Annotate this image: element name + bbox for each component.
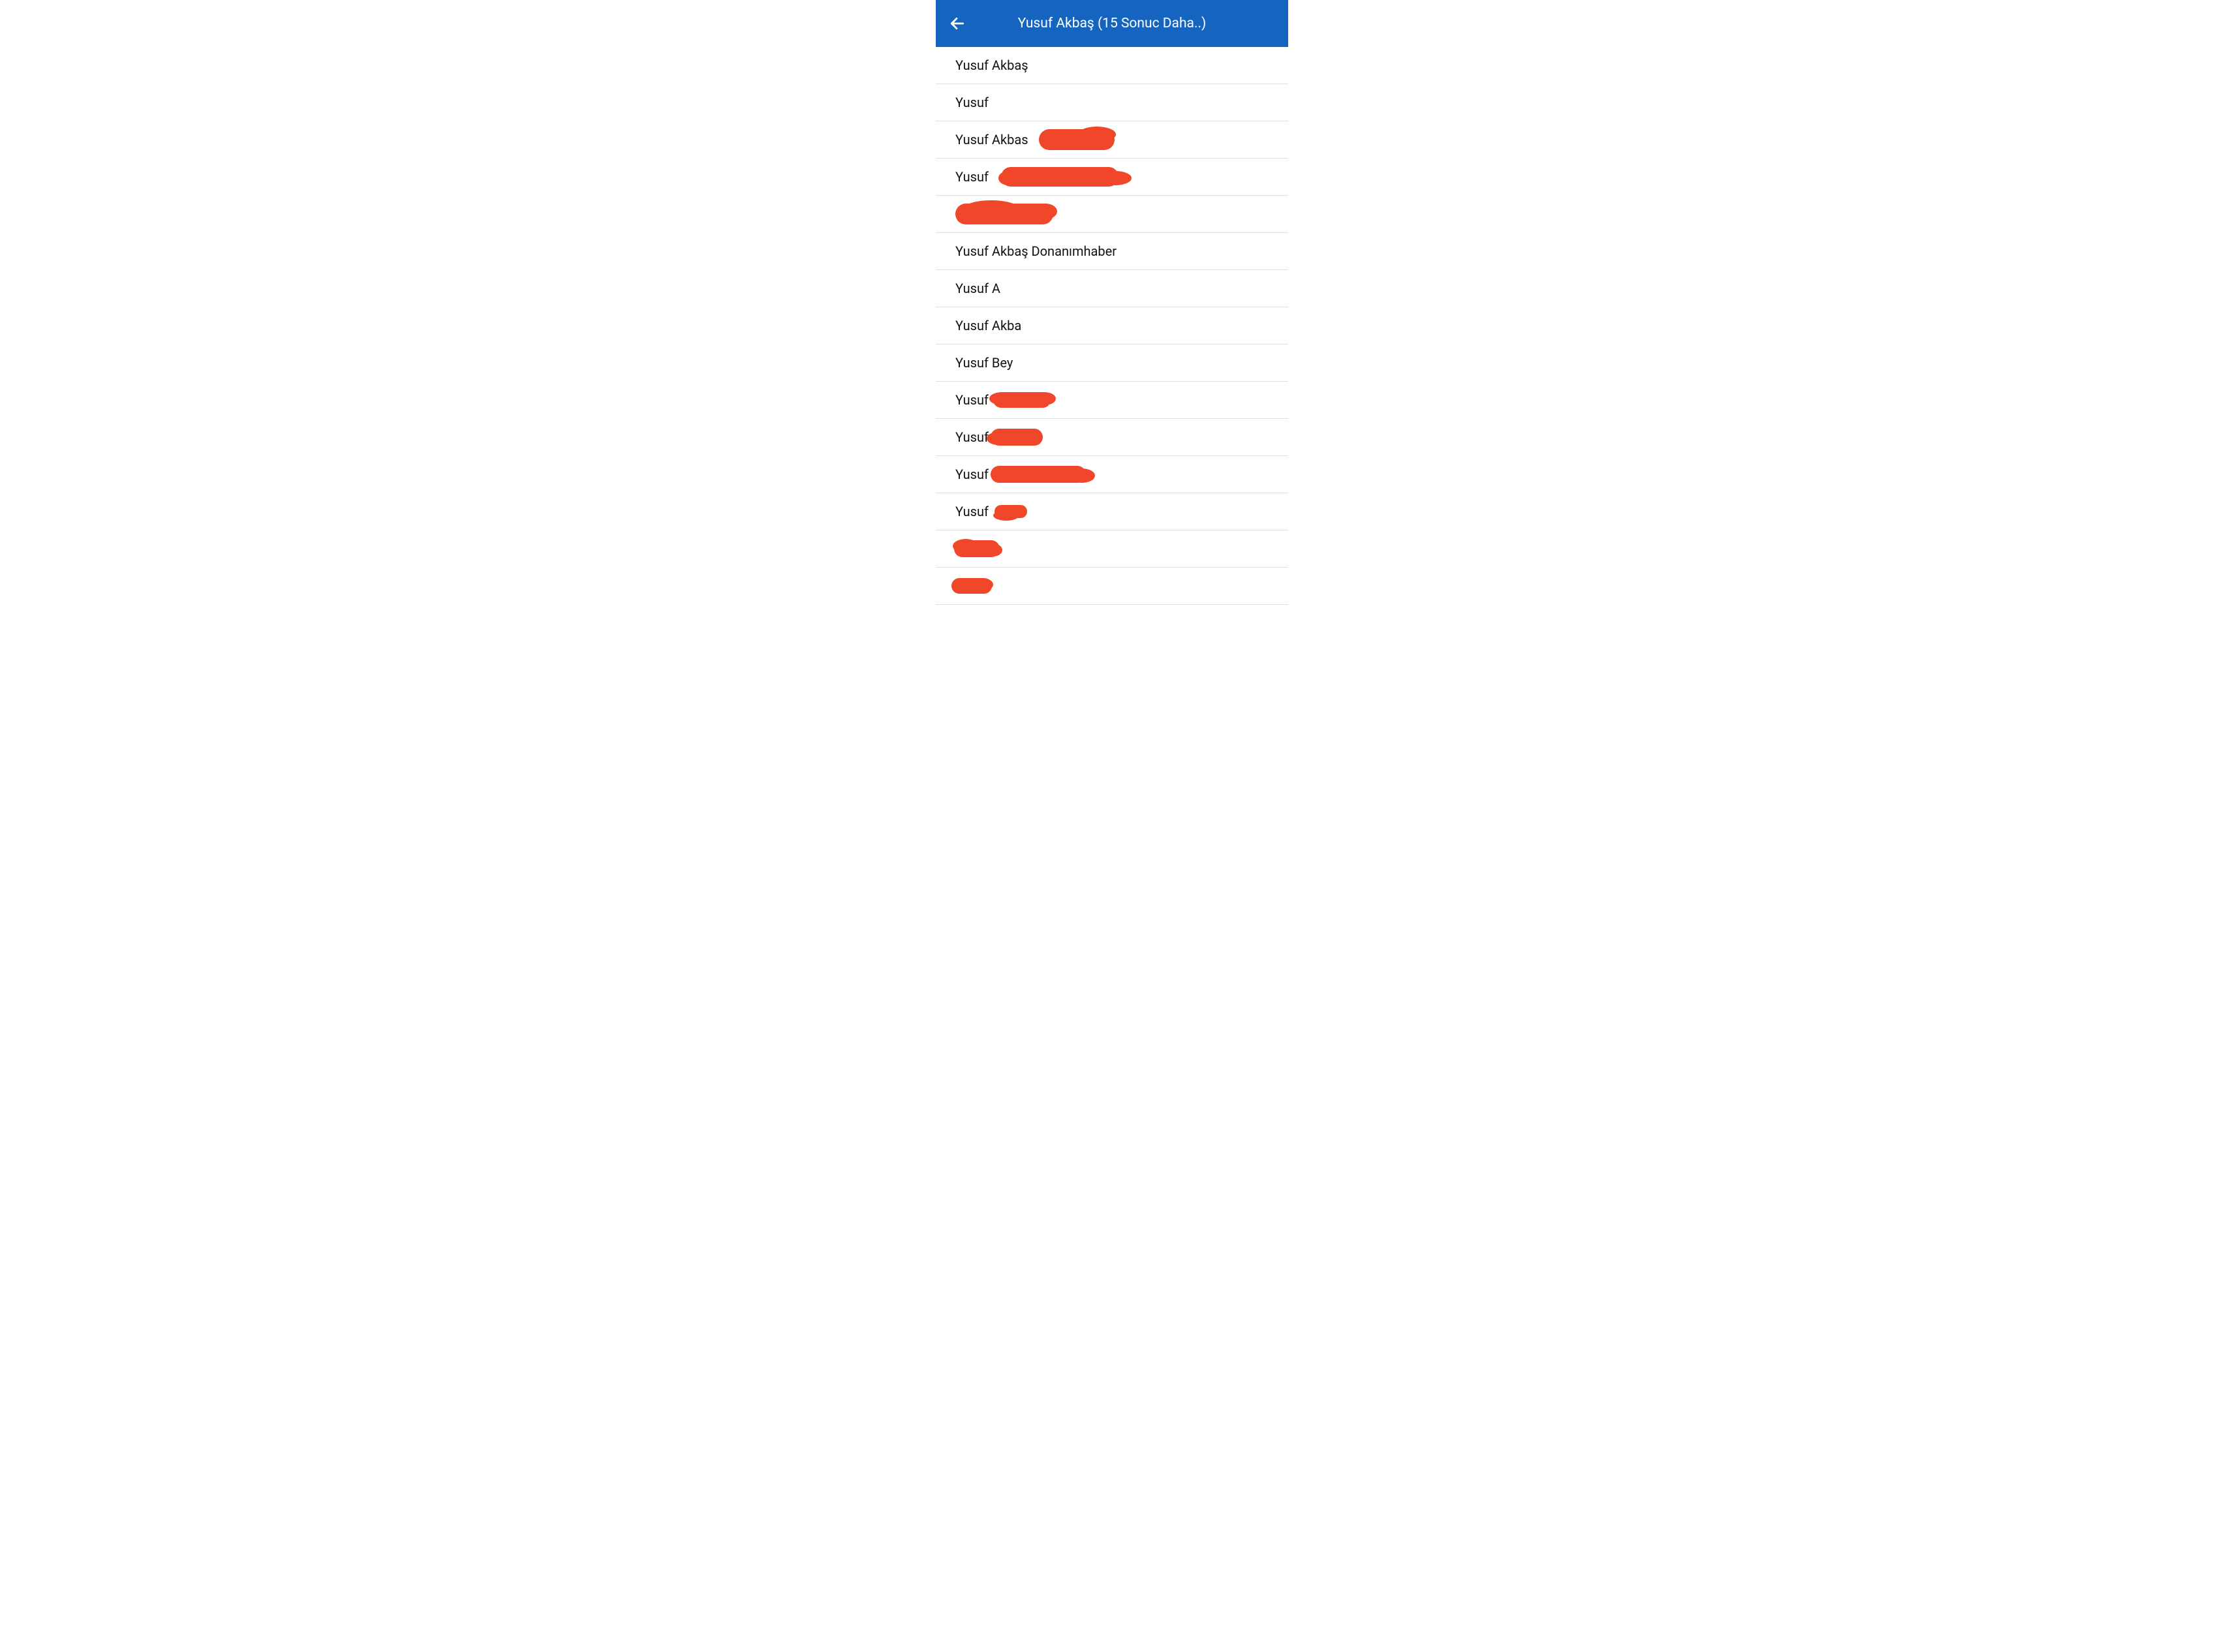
- redaction-mark: [971, 578, 993, 591]
- list-item[interactable]: Yusuf: [936, 493, 1288, 530]
- redaction-mark: [1032, 392, 1056, 405]
- list-item-label: Yusuf: [955, 95, 989, 110]
- redaction-mark: [962, 200, 1021, 220]
- results-list: Yusuf Akbaş Yusuf Yusuf Akbas Yusuf Yusuf A…: [936, 47, 1288, 605]
- list-item[interactable]: Yusuf Akba: [936, 307, 1288, 344]
- list-item[interactable]: Yusuf A: [936, 270, 1288, 307]
- list-item-label: Yusuf Bey: [955, 355, 1013, 371]
- redaction-mark: [1034, 204, 1057, 219]
- list-item[interactable]: [936, 530, 1288, 568]
- list-item[interactable]: Yusuf Akbaş Donanımhaber: [936, 233, 1288, 270]
- redaction-mark: [953, 539, 979, 553]
- list-item-label: Yusuf Akbaş: [955, 57, 1028, 73]
- header-title: Yusuf Akbaş (15 Sonuc Daha..): [1018, 16, 1207, 31]
- redaction-mark: [989, 392, 1015, 405]
- redaction-mark: [1069, 468, 1095, 483]
- list-item-label: Yusuf: [955, 169, 989, 185]
- list-item[interactable]: [936, 568, 1288, 605]
- list-item-label: Yusuf Akbaş Donanımhaber: [955, 243, 1117, 259]
- list-item-label: Yusuf: [955, 467, 989, 482]
- list-item-label: Yusuf Akbas: [955, 132, 1028, 147]
- search-results-panel: Yusuf Akbaş (15 Sonuc Daha..) Yusuf Akba…: [936, 0, 1288, 605]
- list-item-label: Yusuf Akba: [955, 318, 1021, 333]
- redaction-mark: [993, 510, 1019, 521]
- redaction-mark: [1099, 171, 1132, 185]
- header-bar: Yusuf Akbaş (15 Sonuc Daha..): [936, 0, 1288, 47]
- list-item[interactable]: Yusuf: [936, 456, 1288, 493]
- list-item-label: Yusuf: [955, 429, 989, 445]
- list-item[interactable]: Yusuf: [936, 419, 1288, 456]
- redaction-mark: [987, 432, 1010, 445]
- list-item-label: Yusuf A: [955, 281, 1000, 296]
- list-item[interactable]: Yusuf Bey: [936, 344, 1288, 382]
- back-button[interactable]: [946, 12, 968, 35]
- list-item[interactable]: Yusuf Akbas: [936, 121, 1288, 159]
- list-item[interactable]: Yusuf: [936, 382, 1288, 419]
- list-item[interactable]: [936, 196, 1288, 233]
- redaction-mark: [983, 543, 1002, 557]
- list-item[interactable]: Yusuf: [936, 84, 1288, 121]
- list-item-label: Yusuf: [955, 504, 989, 519]
- back-arrow-icon: [949, 15, 966, 32]
- list-item[interactable]: Yusuf Akbaş: [936, 47, 1288, 84]
- list-item[interactable]: Yusuf: [936, 159, 1288, 196]
- redaction-mark: [998, 171, 1018, 185]
- redaction-mark: [1078, 127, 1116, 142]
- list-item-label: Yusuf: [955, 392, 989, 408]
